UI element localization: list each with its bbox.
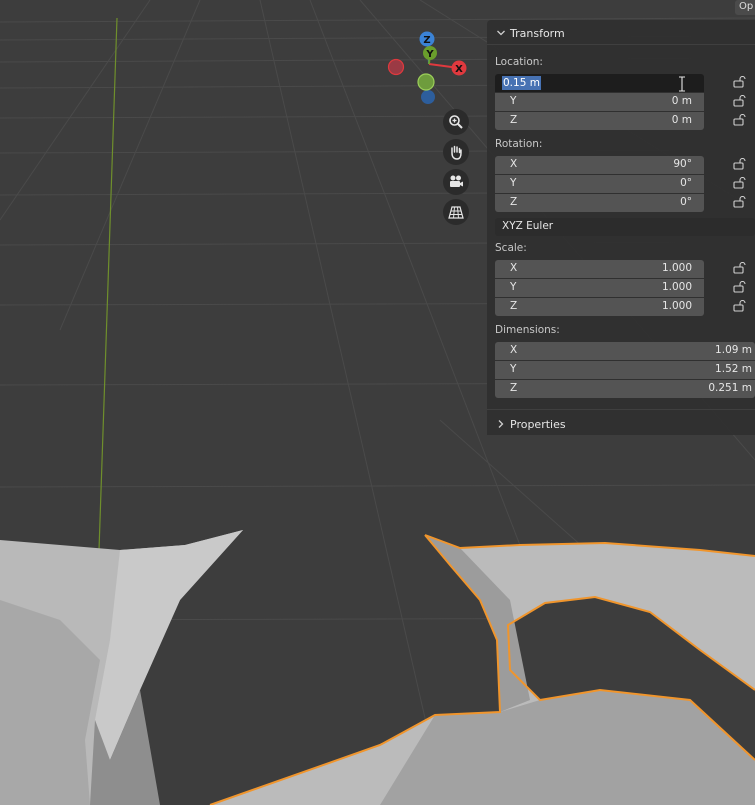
location-label: Location: — [495, 56, 543, 68]
options-button-label: Op — [739, 1, 754, 12]
rotation-x-axis: X — [510, 158, 518, 170]
camera-view-button[interactable] — [443, 169, 469, 195]
location-z-axis: Z — [510, 114, 518, 126]
dimensions-z-field[interactable]: Z 0.251 m — [495, 380, 755, 398]
chevron-down-icon — [497, 30, 505, 36]
rotation-y-value: 0° — [680, 177, 692, 189]
rotation-y-field[interactable]: Y 0° — [495, 175, 704, 193]
scale-z-value: 1.000 — [661, 300, 692, 312]
properties-panel-title: Properties — [510, 417, 566, 431]
zoom-icon — [449, 115, 463, 129]
x-axis-label: X — [455, 64, 463, 75]
lock-scale-z-icon[interactable] — [733, 300, 747, 312]
dimensions-x-field[interactable]: X 1.09 m — [495, 342, 755, 360]
chevron-right-icon — [498, 420, 504, 428]
dimensions-x-value: 1.09 m — [715, 344, 752, 356]
lock-location-z-icon[interactable] — [733, 114, 747, 126]
pan-button[interactable] — [443, 139, 469, 165]
location-x-value[interactable]: 0.15 m — [502, 76, 541, 90]
lock-location-y-icon[interactable] — [733, 95, 747, 107]
lock-rotation-y-icon[interactable] — [733, 177, 747, 189]
dimensions-z-value: 0.251 m — [708, 382, 752, 394]
ortho-toggle-button[interactable] — [443, 199, 469, 225]
lock-location-x-icon[interactable] — [733, 76, 747, 88]
y-axis-label: Y — [425, 49, 434, 60]
scale-x-field[interactable]: X 1.000 — [495, 260, 704, 278]
location-z-value: 0 m — [671, 114, 692, 126]
rotation-z-axis: Z — [510, 196, 518, 208]
properties-divider — [487, 409, 755, 410]
header-divider — [487, 44, 755, 45]
hand-pan-icon — [451, 145, 462, 160]
scale-z-field[interactable]: Z 1.000 — [495, 298, 704, 316]
scale-y-axis: Y — [510, 281, 517, 293]
options-button[interactable]: Op — [735, 0, 755, 15]
zoom-button[interactable] — [443, 109, 469, 135]
lock-rotation-z-icon[interactable] — [733, 196, 747, 208]
location-x-field[interactable]: 0.15 m — [495, 74, 704, 92]
dimensions-z-axis: Z — [510, 382, 518, 394]
dimensions-y-value: 1.52 m — [715, 363, 752, 375]
rotation-z-field[interactable]: Z 0° — [495, 194, 704, 212]
text-cursor-icon — [679, 76, 685, 92]
dimensions-y-axis: Y — [510, 363, 517, 375]
transform-panel-header[interactable]: Transform — [495, 23, 565, 43]
scale-y-value: 1.000 — [661, 281, 692, 293]
sidebar-transform-panel: Transform Location: 0.15 m Y 0 m Z 0 m R… — [487, 20, 755, 435]
lock-rotation-x-icon[interactable] — [733, 158, 747, 170]
neg-x-axis-handle — [387, 58, 405, 76]
z-axis-label: Z — [423, 35, 430, 46]
rotation-label: Rotation: — [495, 138, 543, 150]
ortho-grid-icon — [448, 206, 464, 219]
scale-label: Scale: — [495, 242, 527, 254]
location-y-field[interactable]: Y 0 m — [495, 93, 704, 111]
rotation-z-value: 0° — [680, 196, 692, 208]
rotation-mode-dropdown[interactable]: XYZ Euler — [495, 218, 755, 236]
scale-y-field[interactable]: Y 1.000 — [495, 279, 704, 297]
neg-y-axis-handle — [417, 73, 435, 91]
dimensions-x-axis: X — [510, 344, 518, 356]
scale-z-axis: Z — [510, 300, 518, 312]
location-y-axis: Y — [510, 95, 517, 107]
properties-panel-header[interactable]: Properties — [495, 414, 566, 434]
dimensions-y-field[interactable]: Y 1.52 m — [495, 361, 755, 379]
rotation-x-value: 90° — [673, 158, 692, 170]
rotation-x-field[interactable]: X 90° — [495, 156, 704, 174]
navigation-gizmo[interactable]: Z Y X — [385, 28, 475, 108]
transform-panel-title: Transform — [510, 26, 565, 40]
scale-x-axis: X — [510, 262, 518, 274]
location-y-value: 0 m — [671, 95, 692, 107]
rotation-mode-value: XYZ Euler — [502, 220, 554, 232]
scale-x-value: 1.000 — [661, 262, 692, 274]
dimensions-label: Dimensions: — [495, 324, 560, 336]
location-z-field[interactable]: Z 0 m — [495, 112, 704, 130]
camera-icon — [450, 175, 463, 187]
lock-scale-x-icon[interactable] — [733, 262, 747, 274]
lock-scale-y-icon[interactable] — [733, 281, 747, 293]
rotation-y-axis: Y — [510, 177, 517, 189]
neg-z-axis-handle — [421, 90, 435, 104]
